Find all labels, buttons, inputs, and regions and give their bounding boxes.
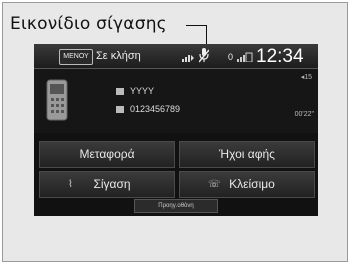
volume-indicator: ◂15 [300, 74, 312, 81]
number-icon [116, 106, 124, 113]
clock: 12:34 [256, 46, 304, 67]
caller-name-text: YYYY [130, 86, 155, 96]
caller-number: 0123456789 [116, 104, 180, 114]
menu-button[interactable]: ΜΕΝΟΥ [59, 49, 93, 65]
mute-label: Σίγαση [93, 177, 131, 191]
battery-bars-icon [237, 52, 253, 62]
mic-icon: ⌇ [68, 179, 73, 190]
caller-name: YYYY [116, 86, 154, 96]
transfer-button[interactable]: Μεταφορά [39, 141, 175, 168]
touch-tones-label: Ήχοι αφής [219, 147, 275, 161]
phone-icon [46, 79, 68, 121]
touch-tones-button[interactable]: Ήχοι αφής [179, 141, 315, 168]
callout-leader-line [186, 25, 207, 26]
status-bar: ΜΕΝΟΥ Σε κλήση 0 12:34 [34, 44, 318, 69]
call-info-panel: ◂15 YYYY 0123456789 00'22" [34, 69, 318, 133]
signal-count: 0 [228, 52, 234, 62]
previous-screen-button[interactable]: Προηγ.οθόνη [134, 199, 218, 213]
hang-up-button[interactable]: ☏ Κλείσιμο [179, 171, 315, 198]
transfer-label: Μεταφορά [79, 147, 135, 161]
mute-icon [199, 48, 209, 63]
hang-up-label: Κλείσιμο [229, 177, 275, 191]
call-timer: 00'22" [294, 111, 314, 118]
callout-label: Εικονίδιο σίγασης [10, 14, 167, 34]
call-status-text: Σε κλήση [96, 50, 141, 62]
callout-leader-line-vertical [206, 25, 207, 45]
caller-number-text: 0123456789 [130, 104, 181, 114]
signal-icon [182, 55, 194, 62]
contact-icon [116, 88, 124, 95]
phone-screen: ΜΕΝΟΥ Σε κλήση 0 12:34 ◂15 YYYY 01234567… [34, 44, 318, 216]
mute-button[interactable]: ⌇ Σίγαση [39, 171, 175, 198]
hang-up-icon: ☏ [208, 179, 221, 190]
